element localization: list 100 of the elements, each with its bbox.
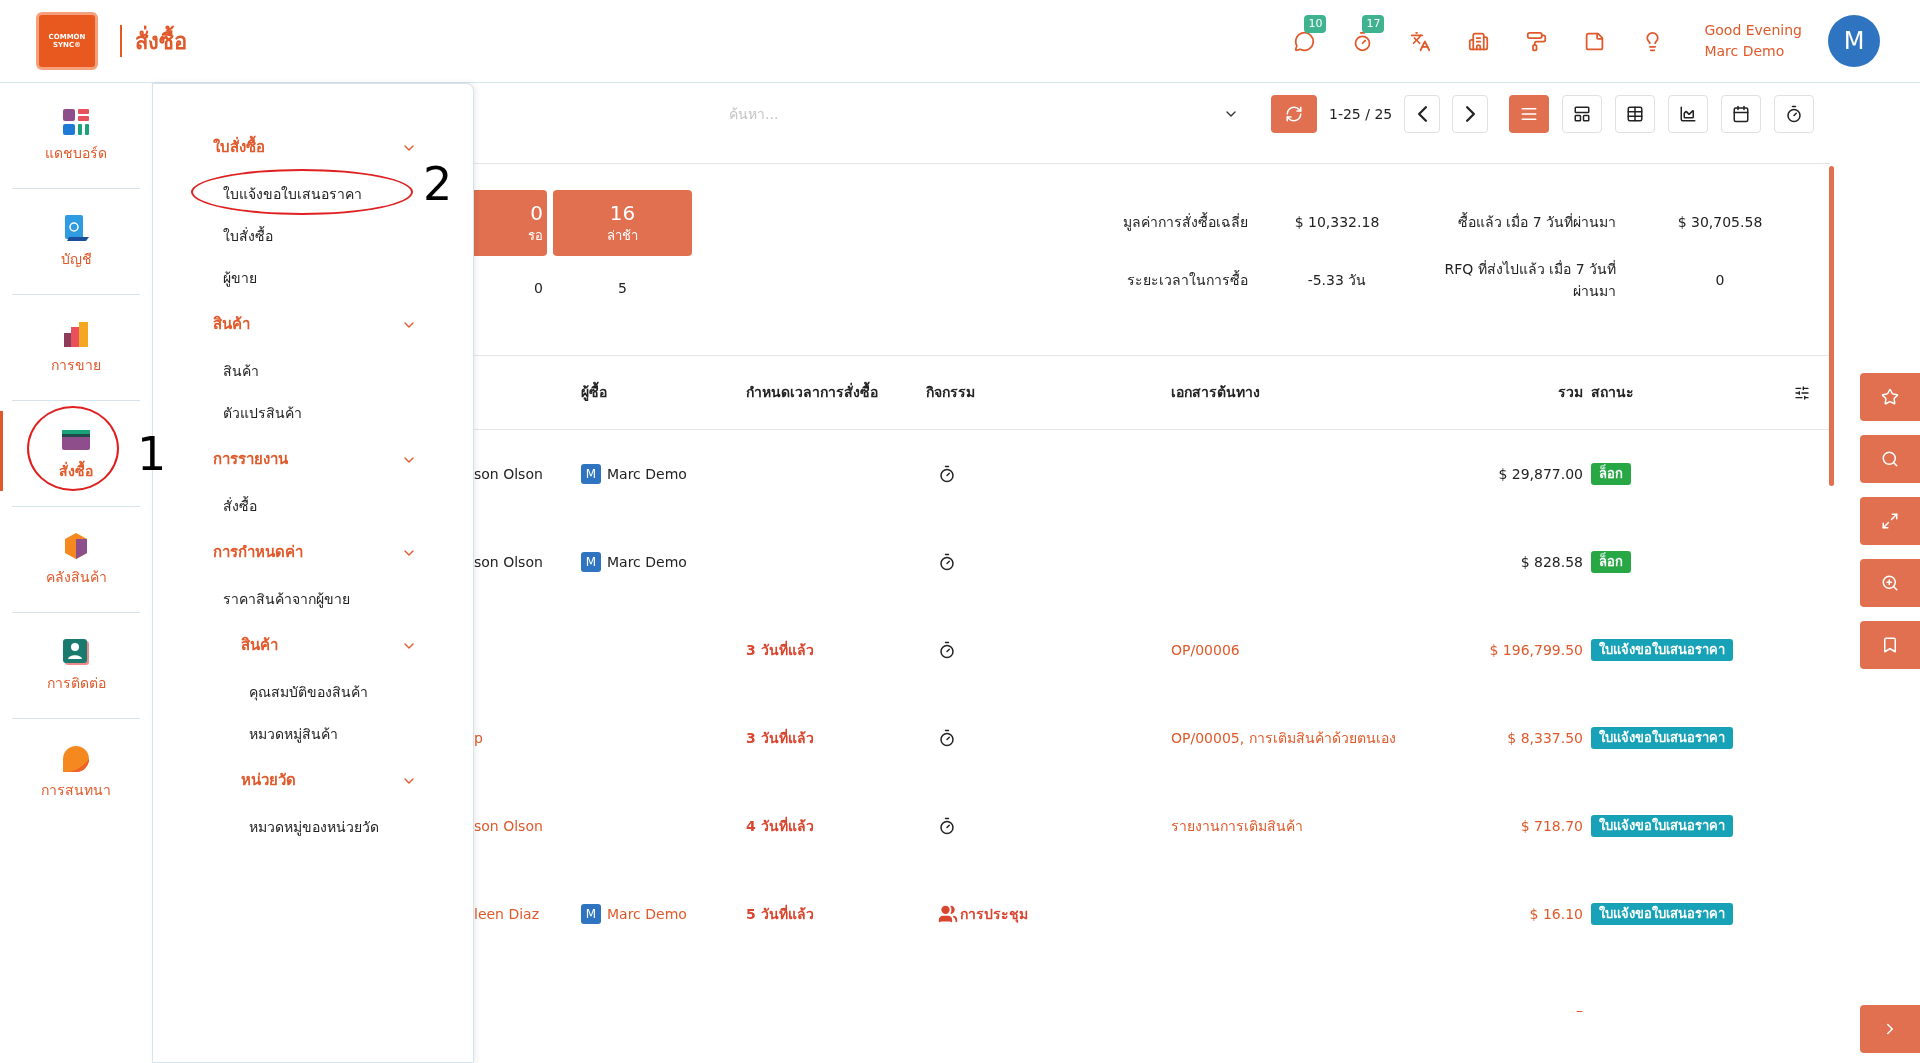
stat-count: 5 [617,279,628,298]
column-header[interactable]: กิจกรรม [926,382,1171,403]
column-settings-icon[interactable] [1794,384,1810,401]
app-link[interactable]: คลังสินค้า [45,567,107,588]
app-link[interactable]: การติดต่อ [46,673,106,694]
graph-view-icon [1679,105,1698,123]
status-badge: ใบแจ้งขอใบเสนอราคา [1591,639,1733,661]
user-name: Marc Demo [1704,42,1786,61]
chevron-left-icon [1417,106,1427,122]
column-header[interactable]: รวม [1481,382,1591,403]
annotation-number: 2 [423,161,453,207]
metric-value: -5.33 วัน [1306,270,1368,290]
bookmark-button[interactable] [1860,621,1920,669]
search-field[interactable]: ค้นหา... [729,103,1029,125]
search-icon [1881,450,1899,468]
status-badge: ล็อก [1591,551,1631,573]
menu-item[interactable]: หมวดหมู่ของหน่วยวัด [249,816,379,838]
column-header[interactable]: เอกสารต้นทาง [1171,382,1481,403]
column-header[interactable]: สถานะ [1591,382,1781,403]
refresh-icon [1285,105,1303,123]
dashboard-icon [61,107,91,137]
stat-card[interactable]: 16 ล่าช้า [553,190,692,256]
column-header[interactable]: กำหนดเวลาการสั่งซื้อ [746,382,926,403]
activity-timer-icon[interactable] [938,553,956,571]
app-link[interactable]: สั่งซื้อ [59,461,93,482]
refresh-button[interactable] [1271,95,1317,133]
bookmark-icon [1881,636,1899,654]
menu-item[interactable]: ใบสั่งซื้อ [223,225,273,247]
activity-timer-icon[interactable] [938,817,956,835]
app-link[interactable]: การสนทนา [41,779,111,801]
menu-item[interactable]: ราคาสินค้าจากผู้ขาย [223,588,350,610]
status-badge: ใบแจ้งขอใบเสนอราคา [1591,815,1733,837]
metric-value: $ 30,705.58 [1676,212,1764,232]
user-avatar[interactable]: M [1828,15,1880,67]
activity-timer-icon[interactable] [938,729,956,747]
deadline-cell-text: 4 วันที่แล้ว [746,815,814,836]
star-button[interactable] [1860,373,1920,421]
app-link[interactable]: บัญชี [60,249,92,270]
next-page-button[interactable] [1452,95,1489,133]
buyer-cell-text: Marc Demo [607,464,687,484]
vendor-cell-text: son Olson [474,552,543,572]
zoom-in-icon [1881,574,1899,592]
menu-item[interactable]: สั่งซื้อ [223,495,257,517]
menu-item[interactable]: หมวดหมู่สินค้า [249,723,338,745]
vendor-cell-text: son Olson [474,816,543,836]
note-icon [1583,30,1605,52]
list-view-icon [1520,105,1539,123]
pivot-view-button[interactable] [1615,95,1656,133]
metric-label: RFQ ที่ส่งไปแล้ว เมื่อ 7 วันที่ผ่านมา [1443,259,1616,301]
vendor-cell-text: son Olson [474,464,543,484]
chat-button[interactable] [1292,29,1317,53]
translate-button[interactable] [1408,29,1433,53]
contact-icon [61,637,91,667]
metric-value: $ 10,332.18 [1293,212,1381,232]
chevron-right-icon [1465,106,1475,122]
activity-view-button[interactable] [1774,95,1815,133]
people-icon[interactable] [938,904,958,924]
status-badge: ใบแจ้งขอใบเสนอราคา [1591,727,1733,749]
menu-section[interactable]: สินค้า [153,620,473,671]
column-header[interactable]: ผู้ซื้อ [581,382,746,403]
activity-timer-icon[interactable] [938,465,956,483]
menu-section[interactable]: หน่วยวัด [153,755,473,806]
menu-section[interactable]: สินค้า [153,299,473,350]
bar-chart-icon [61,319,91,349]
deadline-cell-text: 3 วันที่แล้ว [746,727,814,748]
previous-page-button[interactable] [1404,95,1441,133]
total-cell-text: $ 16.10 [1529,904,1583,924]
activity-timer-icon[interactable] [938,641,956,659]
menu-section[interactable]: การกำหนดค่า [153,527,473,578]
buyer-avatar: M [581,464,601,484]
source-document-cell-text: OP/00005, การเติมสินค้าด้วยตนเอง [1171,728,1396,748]
menu-item[interactable]: คุณสมบัติของสินค้า [249,681,368,703]
graph-view-button[interactable] [1668,95,1709,133]
zoom-in-button[interactable] [1860,559,1920,607]
buyer-cell-text: Marc Demo [607,904,687,924]
pager-text: 1-25 / 25 [1329,104,1393,124]
calendar-view-icon [1732,105,1751,123]
stat-card[interactable]: 0 รอ [474,190,547,256]
annotation-number: 1 [137,431,167,477]
count-badge: 17 [1362,15,1385,33]
greeting-text: Good Evening [1704,21,1802,40]
menu-item[interactable]: สินค้า [223,360,259,382]
metric-value: 0 [1714,270,1726,290]
total-cell-text: $ 196,799.50 [1489,640,1583,660]
kanban-view-button[interactable] [1562,95,1603,133]
app-link[interactable]: การขาย [51,355,101,376]
paint-roller-button[interactable] [1524,29,1549,53]
calendar-view-button[interactable] [1721,95,1762,133]
pivot-view-icon [1626,105,1645,123]
total-cell-text: $ 718.70 [1520,816,1583,836]
metric-label: ซื้อแล้ว เมื่อ 7 วันที่ผ่านมา [1456,211,1616,232]
total-cell-text: $ 828.58 [1520,552,1583,572]
app-link[interactable]: แดชบอร์ด [45,143,107,164]
menu-item[interactable]: ตัวแปรสินค้า [223,402,302,424]
buyer-cell-text: Marc Demo [607,552,687,572]
menu-item[interactable]: ใบแจ้งขอใบเสนอราคา [223,183,362,205]
source-document-cell-text: รายงานการเติมสินค้า [1171,816,1303,836]
list-view-button[interactable] [1509,95,1550,133]
activity-view-icon [1785,105,1804,123]
menu-item[interactable]: ผู้ขาย [223,267,257,289]
